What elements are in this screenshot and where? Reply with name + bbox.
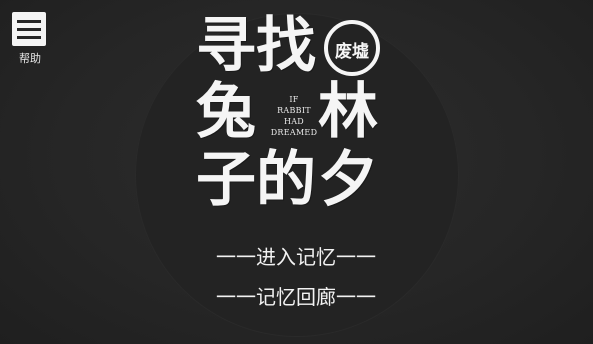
memory-gallery-button[interactable]: 一一记忆回廊一一 [196,284,396,310]
title-char: 林 [318,77,378,147]
subtitle-line: IF [289,95,299,104]
menu-icon-bar [17,28,41,31]
enter-memory-button[interactable]: 一一进入记忆一一 [196,244,396,270]
help-button[interactable]: 帮助 [10,12,50,68]
subtitle-line: RABBIT [277,106,311,115]
stamp-text: 废墟 [335,42,369,62]
subtitle-line: DREAMED [270,128,318,137]
menu-icon-bar [17,20,41,23]
menu-icon-bar [17,36,41,39]
english-subtitle: IF RABBIT HAD DREAMED [262,94,326,138]
subtitle-line: HAD [283,117,305,126]
title-char: 找 [256,11,316,81]
title-char: 子 [196,145,256,215]
title-char: 兔 [196,77,256,147]
menu-icon [12,12,46,46]
help-label: 帮助 [19,52,41,65]
ruins-stamp: 废墟 [324,20,380,76]
title-char: 夕 [318,145,378,215]
title-char: 的 [256,145,316,215]
title-char: 寻 [196,11,256,81]
